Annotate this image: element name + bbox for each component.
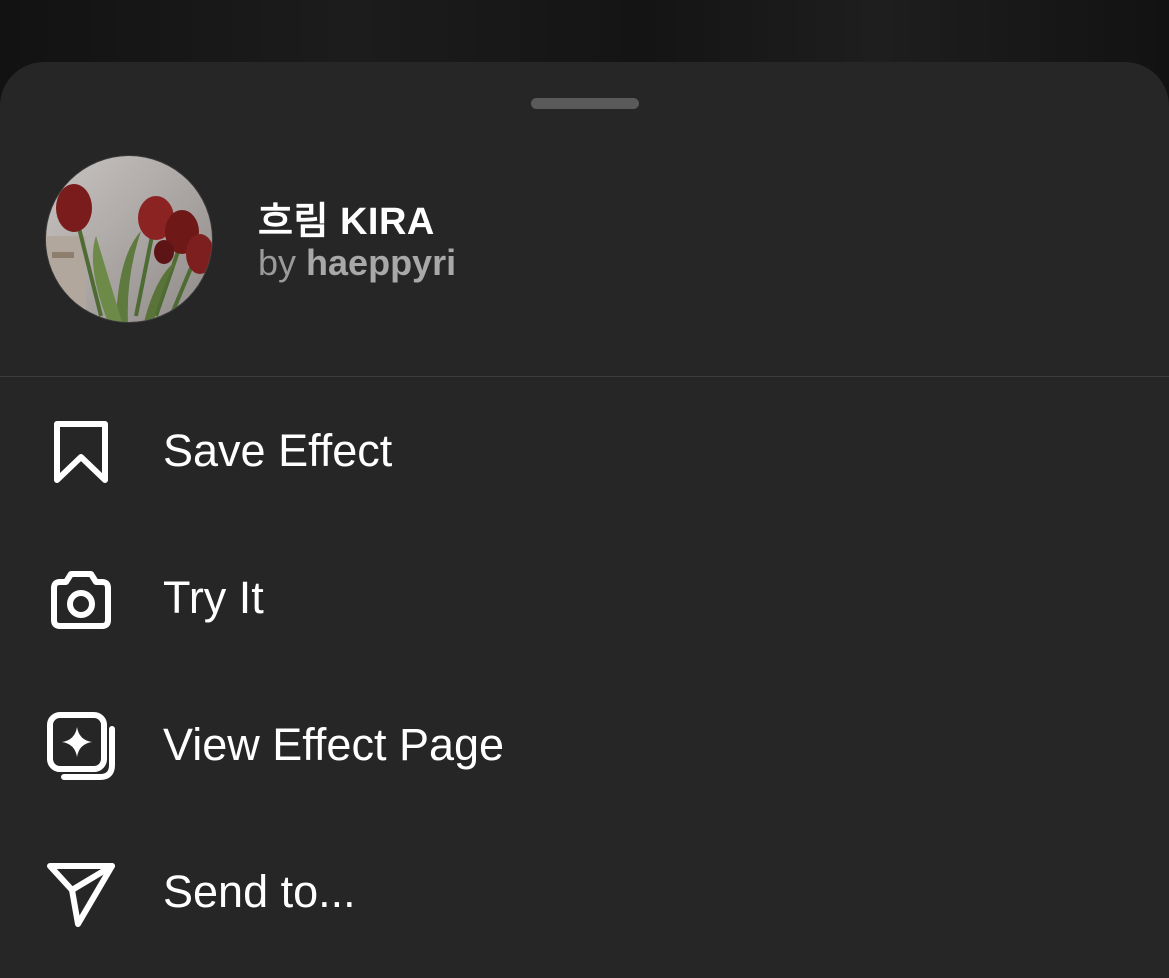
effect-options-sheet: 흐림 KIRA by haeppyri Save Effect Try It V… (0, 62, 1169, 978)
try-it-button[interactable]: Try It (0, 524, 1169, 671)
save-effect-button[interactable]: Save Effect (0, 377, 1169, 524)
effect-author-link[interactable]: haeppyri (306, 242, 456, 283)
by-prefix: by (258, 242, 297, 283)
effect-page-icon (46, 711, 116, 781)
camera-icon (46, 564, 116, 634)
sheet-drag-handle[interactable] (531, 98, 639, 109)
view-effect-page-button[interactable]: View Effect Page (0, 671, 1169, 818)
try-it-label: Try It (163, 572, 264, 623)
effect-menu: Save Effect Try It View Effect Page Send… (0, 377, 1169, 965)
effect-title: 흐림 KIRA (258, 201, 435, 243)
send-to-button[interactable]: Send to... (0, 818, 1169, 965)
effect-byline: by haeppyri (258, 242, 456, 284)
send-to-label: Send to... (163, 866, 356, 917)
view-effect-page-label: View Effect Page (163, 719, 505, 770)
bookmark-icon (46, 417, 116, 487)
save-effect-label: Save Effect (163, 425, 393, 476)
effect-thumbnail (46, 156, 212, 322)
send-icon (46, 858, 116, 928)
effect-header[interactable]: 흐림 KIRA by haeppyri (0, 154, 1169, 378)
